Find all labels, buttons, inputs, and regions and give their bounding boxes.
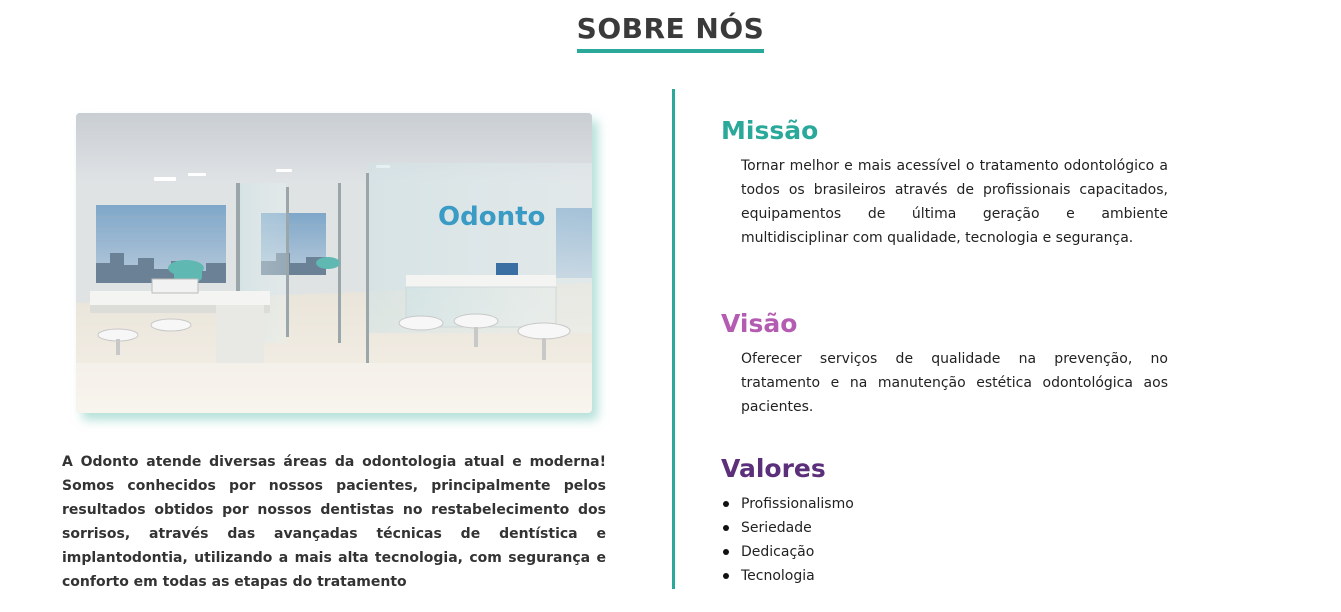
list-item: Profissionalismo xyxy=(721,492,854,516)
bullet-icon xyxy=(723,573,729,579)
odonto-sign: Odonto xyxy=(438,202,545,232)
list-item: Tecnologia xyxy=(721,564,854,588)
about-description: A Odonto atende diversas áreas da odonto… xyxy=(62,454,606,590)
valor-label: Profissionalismo xyxy=(741,496,854,512)
vertical-divider xyxy=(672,89,675,589)
missao-text: Tornar melhor e mais acessível o tratame… xyxy=(741,158,1168,246)
bullet-icon xyxy=(723,549,729,555)
valor-label: Tecnologia xyxy=(741,568,815,584)
valores-title: Valores xyxy=(721,454,826,483)
valores-list: Profissionalismo Seriedade Dedicação Tec… xyxy=(721,492,854,588)
missao-title: Missão xyxy=(721,116,819,145)
bullet-icon xyxy=(723,501,729,507)
list-item: Dedicação xyxy=(721,540,854,564)
list-item: Seriedade xyxy=(721,516,854,540)
valor-label: Dedicação xyxy=(741,544,815,560)
clinic-photo: Odonto xyxy=(76,113,592,413)
page-title: SOBRE NÓS xyxy=(576,10,765,53)
bullet-icon xyxy=(723,525,729,531)
section-header: SOBRE NÓS xyxy=(0,10,1341,53)
visao-text: Oferecer serviços de qualidade na preven… xyxy=(741,351,1168,415)
visao-title: Visão xyxy=(721,309,798,338)
valor-label: Seriedade xyxy=(741,520,812,536)
